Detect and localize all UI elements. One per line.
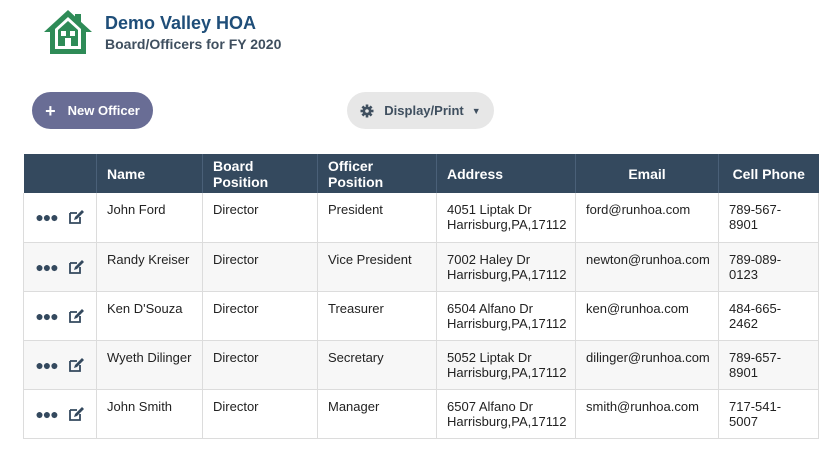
- cell-name: John Smith: [96, 389, 203, 439]
- gear-icon: [360, 104, 374, 117]
- cell-board-position: Director: [202, 291, 318, 341]
- table-row: ●●● Randy Kreiser Director Vice Presiden…: [23, 242, 819, 292]
- row-actions: ●●●: [23, 291, 97, 341]
- column-header-address[interactable]: Address: [436, 154, 576, 193]
- more-options-icon[interactable]: ●●●: [35, 407, 58, 421]
- more-options-icon[interactable]: ●●●: [35, 358, 58, 372]
- cell-name: Randy Kreiser: [96, 242, 203, 292]
- address-line-2: Harrisburg,PA,17112: [447, 217, 567, 232]
- row-actions: ●●●: [23, 389, 97, 439]
- edit-icon[interactable]: [68, 259, 85, 275]
- edit-icon[interactable]: [68, 308, 85, 324]
- more-options-icon[interactable]: ●●●: [35, 210, 58, 224]
- column-header-name[interactable]: Name: [96, 154, 203, 193]
- table-row: ●●● Wyeth Dilinger Director Secretary 50…: [23, 340, 819, 390]
- address-line-1: 6504 Alfano Dr: [447, 300, 534, 316]
- cell-officer-position: President: [317, 193, 437, 243]
- cell-officer-position: Treasurer: [317, 291, 437, 341]
- table-header-row: Name Board Position Officer Position Add…: [23, 154, 819, 193]
- column-header-cell-phone[interactable]: Cell Phone: [718, 154, 819, 193]
- address-line-2: Harrisburg,PA,17112: [447, 315, 567, 331]
- cell-board-position: Director: [202, 389, 318, 439]
- cell-phone: 789-567-8901: [718, 193, 819, 243]
- cell-board-position: Director: [202, 340, 318, 390]
- cell-name: John Ford: [96, 193, 203, 243]
- address-line-1: 6507 Alfano Dr: [447, 398, 534, 414]
- cell-address: 6504 Alfano Dr Harrisburg,PA,17112: [436, 291, 576, 341]
- cell-phone: 717-541-5007: [718, 389, 819, 439]
- officers-table: Name Board Position Officer Position Add…: [23, 154, 819, 439]
- address-line-1: 4051 Liptak Dr: [447, 202, 532, 217]
- cell-phone: 789-089-0123: [718, 242, 819, 292]
- cell-officer-position: Vice President: [317, 242, 437, 292]
- plus-icon: +: [45, 100, 56, 121]
- cell-email: ford@runhoa.com: [575, 193, 719, 243]
- cell-board-position: Director: [202, 193, 318, 243]
- cell-name: Ken D'Souza: [96, 291, 203, 341]
- address-line-2: Harrisburg,PA,17112: [447, 364, 567, 380]
- table-row: ●●● Ken D'Souza Director Treasurer 6504 …: [23, 291, 819, 341]
- cell-email: ken@runhoa.com: [575, 291, 719, 341]
- page-header: Demo Valley HOA Board/Officers for FY 20…: [42, 8, 281, 56]
- column-header-email[interactable]: Email: [575, 154, 719, 193]
- address-line-2: Harrisburg,PA,17112: [447, 266, 567, 282]
- page-subtitle: Board/Officers for FY 2020: [105, 36, 282, 52]
- cell-officer-position: Manager: [317, 389, 437, 439]
- edit-icon[interactable]: [68, 209, 85, 225]
- cell-email: dilinger@runhoa.com: [575, 340, 719, 390]
- cell-address: 4051 Liptak Dr Harrisburg,PA,17112: [436, 193, 576, 243]
- cell-address: 5052 Liptak Dr Harrisburg,PA,17112: [436, 340, 576, 390]
- cell-name: Wyeth Dilinger: [96, 340, 203, 390]
- row-actions: ●●●: [23, 340, 97, 390]
- caret-down-icon: ▼: [471, 105, 481, 116]
- edit-icon[interactable]: [68, 357, 85, 373]
- table-row: ●●● John Smith Director Manager 6507 Alf…: [23, 389, 819, 439]
- cell-email: smith@runhoa.com: [575, 389, 719, 439]
- cell-email: newton@runhoa.com: [575, 242, 719, 292]
- row-actions: ●●●: [23, 242, 97, 292]
- display-print-button[interactable]: Display/Print ▼: [347, 92, 494, 129]
- table-row: ●●● John Ford Director President 4051 Li…: [23, 193, 819, 243]
- address-line-1: 5052 Liptak Dr: [447, 349, 532, 365]
- cell-officer-position: Secretary: [317, 340, 437, 390]
- cell-address: 6507 Alfano Dr Harrisburg,PA,17112: [436, 389, 576, 439]
- cell-phone: 789-657-8901: [718, 340, 819, 390]
- address-line-2: Harrisburg,PA,17112: [447, 413, 567, 429]
- row-actions: ●●●: [23, 193, 97, 243]
- org-name: Demo Valley HOA: [105, 13, 257, 33]
- column-header-officer-position[interactable]: Officer Position: [317, 154, 437, 193]
- display-print-label: Display/Print: [384, 103, 464, 118]
- more-options-icon[interactable]: ●●●: [35, 260, 58, 274]
- cell-board-position: Director: [202, 242, 318, 292]
- column-header-actions: [23, 154, 97, 193]
- address-line-1: 7002 Haley Dr: [447, 251, 531, 267]
- cell-phone: 484-665-2462: [718, 291, 819, 341]
- edit-icon[interactable]: [68, 406, 85, 422]
- cell-address: 7002 Haley Dr Harrisburg,PA,17112: [436, 242, 576, 292]
- more-options-icon[interactable]: ●●●: [35, 309, 58, 323]
- column-header-board-position[interactable]: Board Position: [202, 154, 318, 193]
- new-officer-button[interactable]: + New Officer: [32, 92, 153, 129]
- house-icon: [44, 10, 92, 54]
- new-officer-label: New Officer: [67, 103, 140, 118]
